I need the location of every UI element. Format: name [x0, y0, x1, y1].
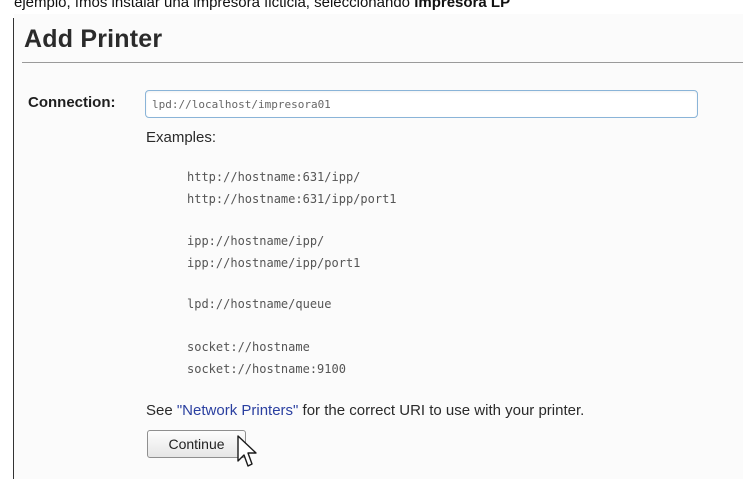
example-group-socket: socket://hostname socket://hostname:9100 — [187, 336, 346, 380]
mouse-pointer-icon — [237, 435, 257, 467]
title-divider — [22, 62, 743, 63]
left-border — [13, 18, 14, 479]
uri-help-note: See "Network Printers" for the correct U… — [146, 402, 584, 419]
connection-label: Connection: — [28, 94, 116, 111]
example-uri: http://hostname:631/ipp/ — [187, 170, 361, 184]
page-title: Add Printer — [24, 25, 163, 53]
example-uri: socket://hostname:9100 — [187, 362, 346, 376]
continue-button[interactable]: Continue — [147, 430, 246, 458]
example-group-ipp: ipp://hostname/ipp/ ipp://hostname/ipp/p… — [187, 230, 360, 274]
example-group-http: http://hostname:631/ipp/ http://hostname… — [187, 166, 397, 210]
caption-lead: ejemplo, fmos instalar una impresora fic… — [14, 0, 415, 11]
example-uri: socket://hostname — [187, 340, 310, 354]
network-printers-link[interactable]: "Network Printers" — [177, 402, 299, 419]
note-text-before: See — [146, 402, 177, 419]
example-uri: ipp://hostname/ipp/ — [187, 234, 325, 248]
examples-label: Examples: — [146, 129, 217, 146]
example-uri: http://hostname:631/ipp/port1 — [187, 192, 397, 206]
example-uri: lpd://hostname/queue — [187, 297, 332, 311]
caption-bold: impresora LP — [414, 0, 511, 11]
caption-text: ejemplo, fmos instalar una impresora fic… — [14, 0, 743, 14]
connection-input[interactable] — [145, 90, 698, 118]
example-group-lpd: lpd://hostname/queue — [187, 293, 332, 315]
example-uri: ipp://hostname/ipp/port1 — [187, 256, 361, 270]
note-text-after: for the correct URI to use with your pri… — [298, 402, 585, 419]
